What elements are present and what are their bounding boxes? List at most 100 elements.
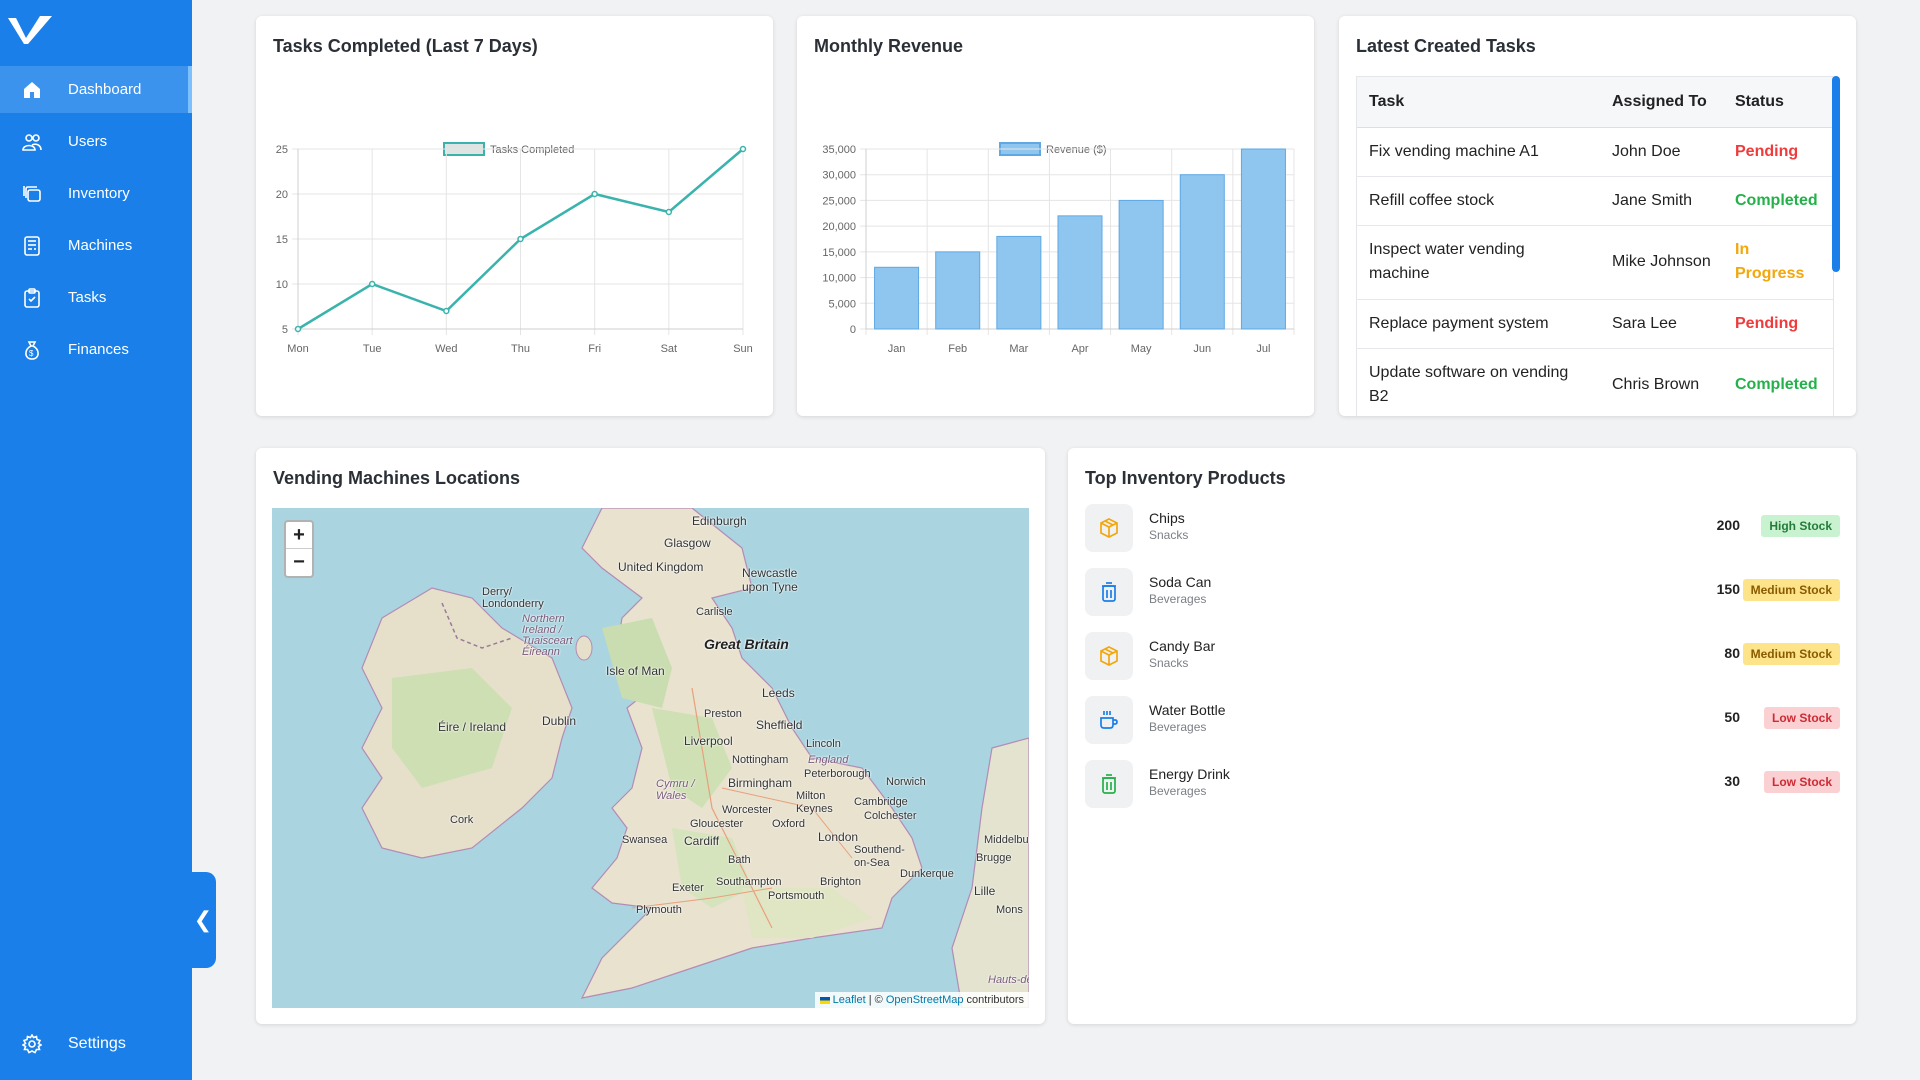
x-tick-label: Jan bbox=[888, 343, 906, 355]
sidebar-collapse-button[interactable]: ❮ bbox=[190, 872, 216, 968]
stock-badge: Low Stock bbox=[1763, 707, 1840, 729]
map-label: Cardiff bbox=[684, 834, 720, 848]
sidebar-item-label: Users bbox=[68, 133, 108, 150]
product-name: Energy Drink bbox=[1149, 766, 1230, 782]
map-label: Lille bbox=[974, 884, 996, 898]
top-inventory-card: Top Inventory Products Chips Snacks 200 … bbox=[1068, 448, 1856, 1024]
x-tick-label: May bbox=[1131, 343, 1152, 355]
map-label: Mons bbox=[996, 904, 1023, 916]
table-row[interactable]: Fix vending machine A1 John Doe Pending bbox=[1357, 127, 1833, 177]
map-label: Milton Keynes bbox=[796, 790, 833, 815]
list-item[interactable]: Soda Can Beverages 150 Medium Stock bbox=[1085, 568, 1840, 618]
map-label: Cambridge bbox=[854, 796, 908, 808]
zoom-out-button[interactable]: − bbox=[286, 549, 312, 576]
column-header-task[interactable]: Task bbox=[1357, 77, 1600, 128]
sidebar-item-tasks[interactable]: Tasks bbox=[0, 274, 192, 321]
table-header-row: Task Assigned To Status bbox=[1357, 77, 1833, 128]
x-tick-label: Apr bbox=[1071, 343, 1088, 355]
sidebar-item-dashboard[interactable]: Dashboard bbox=[0, 66, 192, 113]
map-label: Birmingham bbox=[728, 776, 793, 790]
card-title: Vending Machines Locations bbox=[273, 468, 521, 488]
data-point bbox=[517, 235, 524, 243]
column-header-assigned[interactable]: Assigned To bbox=[1600, 77, 1723, 128]
map-label: Colchester bbox=[864, 810, 917, 822]
osm-link[interactable]: OpenStreetMap bbox=[886, 994, 964, 1006]
map-label: Gloucester bbox=[690, 818, 744, 830]
task-cell: Replace payment system bbox=[1357, 299, 1600, 349]
list-item[interactable]: Water Bottle Beverages 50 Low Stock bbox=[1085, 696, 1840, 746]
product-name: Soda Can bbox=[1149, 574, 1212, 590]
x-tick-label: Mar bbox=[1009, 343, 1028, 355]
assigned-cell: John Doe bbox=[1600, 127, 1723, 177]
y-tick-label: 35,000 bbox=[822, 144, 856, 156]
data-point bbox=[443, 307, 450, 315]
y-tick-label: 5,000 bbox=[828, 298, 856, 310]
status-cell: Completed bbox=[1723, 348, 1833, 416]
tasks-completed-card: Tasks Completed (Last 7 Days) Tasks Comp… bbox=[256, 16, 773, 416]
x-tick-label: Tue bbox=[363, 343, 382, 355]
map-label: Éire / Ireland bbox=[438, 720, 507, 734]
table-row[interactable]: Replace payment system Sara Lee Pending bbox=[1357, 299, 1833, 349]
map-label: England bbox=[808, 754, 849, 766]
table-row[interactable]: Inspect water vending machine Mike Johns… bbox=[1357, 225, 1833, 300]
y-tick-label: 20 bbox=[276, 189, 288, 201]
x-tick-label: Jun bbox=[1193, 343, 1211, 355]
map-label: Great Britain bbox=[704, 636, 789, 652]
table-row[interactable]: Update software on vending B2 Chris Brow… bbox=[1357, 348, 1833, 416]
sidebar-item-label: Tasks bbox=[68, 289, 107, 306]
list-item[interactable]: Chips Snacks 200 High Stock bbox=[1085, 504, 1840, 554]
logo bbox=[8, 16, 52, 44]
list-item[interactable]: Energy Drink Beverages 30 Low Stock bbox=[1085, 760, 1840, 810]
y-tick-label: 10 bbox=[276, 279, 288, 291]
map-label: Swansea bbox=[622, 834, 668, 846]
y-tick-label: 10,000 bbox=[822, 273, 856, 285]
sidebar-item-inventory[interactable]: Inventory bbox=[0, 170, 192, 217]
map-label: Bath bbox=[728, 854, 751, 866]
task-cell: Inspect water vending machine bbox=[1357, 225, 1600, 300]
map-label: Brighton bbox=[820, 876, 861, 888]
status-cell: In Progress bbox=[1723, 225, 1833, 300]
x-tick-label: Feb bbox=[948, 343, 967, 355]
locations-map[interactable]: Edinburgh Glasgow United Kingdom Newcast… bbox=[272, 508, 1029, 1008]
y-tick-label: 15 bbox=[276, 234, 288, 246]
data-point bbox=[665, 208, 673, 216]
bar bbox=[1057, 215, 1103, 330]
product-category: Beverages bbox=[1149, 592, 1207, 606]
stock-badge: High Stock bbox=[1761, 515, 1840, 537]
tasks-table-container[interactable]: Task Assigned To Status Fix vending mach… bbox=[1356, 76, 1834, 416]
cup-icon bbox=[1085, 696, 1133, 744]
product-quantity: 30 bbox=[1724, 773, 1740, 789]
assigned-cell: Mike Johnson bbox=[1600, 225, 1723, 300]
zoom-in-button[interactable]: + bbox=[286, 522, 312, 549]
map-label: London bbox=[818, 830, 859, 844]
sidebar-item-finances[interactable]: $ Finances bbox=[0, 326, 192, 373]
legend-label: Revenue ($) bbox=[1046, 144, 1107, 156]
sidebar-nav: Dashboard Users Inventory Machines Tasks bbox=[0, 66, 192, 378]
bar bbox=[935, 251, 981, 330]
map-label: Southend-on-Sea bbox=[854, 844, 905, 869]
sidebar-item-users[interactable]: Users bbox=[0, 118, 192, 165]
status-cell: Completed bbox=[1723, 176, 1833, 226]
table-row[interactable]: Refill coffee stock Jane Smith Completed bbox=[1357, 176, 1833, 226]
sidebar-item-machines[interactable]: Machines bbox=[0, 222, 192, 269]
x-tick-label: Wed bbox=[435, 343, 457, 355]
x-tick-label: Fri bbox=[588, 343, 601, 355]
map-label: Plymouth bbox=[636, 904, 682, 916]
x-tick-label: Thu bbox=[511, 343, 530, 355]
map-label: Peterborough bbox=[804, 768, 871, 780]
product-quantity: 200 bbox=[1716, 517, 1740, 533]
y-tick-label: 15,000 bbox=[822, 247, 856, 259]
sidebar-item-settings[interactable]: Settings bbox=[0, 1008, 192, 1080]
list-item[interactable]: Candy Bar Snacks 80 Medium Stock bbox=[1085, 632, 1840, 682]
y-tick-label: 0 bbox=[850, 324, 856, 336]
attribution-separator: | © bbox=[865, 994, 886, 1006]
bar bbox=[996, 235, 1042, 330]
gear-icon bbox=[21, 1033, 43, 1054]
column-header-status[interactable]: Status bbox=[1723, 77, 1833, 128]
table-scrollbar[interactable] bbox=[1832, 76, 1840, 272]
box-icon bbox=[1085, 632, 1133, 680]
leaflet-link[interactable]: Leaflet bbox=[833, 994, 866, 1006]
map-land bbox=[361, 508, 1029, 1008]
task-cell: Update software on vending B2 bbox=[1357, 348, 1600, 416]
y-tick-label: 20,000 bbox=[822, 221, 856, 233]
